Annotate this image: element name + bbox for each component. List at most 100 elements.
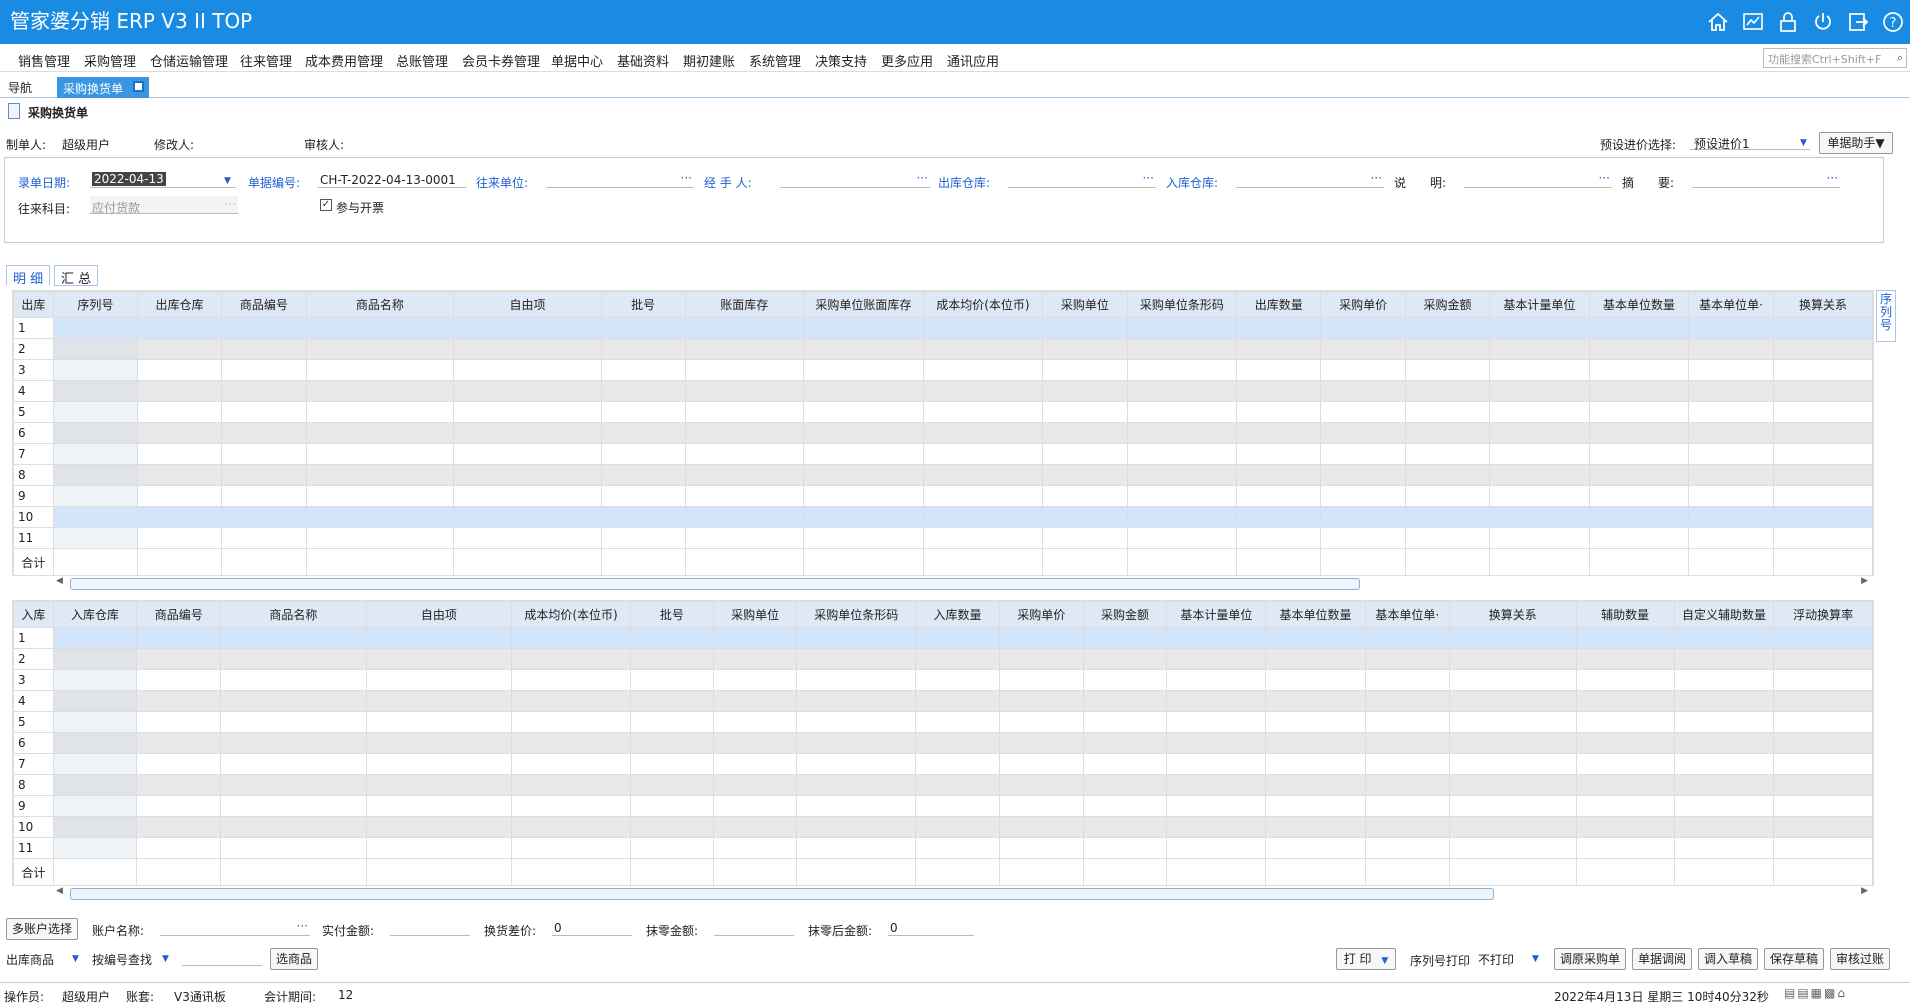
grid-cell[interactable] [1166,732,1267,754]
grid-cell[interactable] [1673,837,1775,859]
grid-cell[interactable] [510,732,632,754]
grid-cell[interactable] [1688,401,1774,423]
grid-cell[interactable] [510,816,632,838]
grid-cell[interactable] [998,627,1084,649]
grid-cell[interactable] [136,317,223,339]
column-header[interactable]: 基本计量单位 [1489,291,1590,318]
grid-cell[interactable] [1489,422,1590,444]
table-row[interactable]: 3 [13,669,1873,691]
menu-item[interactable]: 会员卡券管理 [462,51,540,70]
grid-cell[interactable] [510,669,632,691]
grid-cell[interactable] [1673,795,1775,817]
outbound-horizontal-scrollbar[interactable]: ◀ ▶ [12,576,1874,592]
column-header[interactable]: 出库数量 [1236,291,1322,318]
grid-cell[interactable] [453,422,602,444]
column-header[interactable]: 出库仓库 [136,291,223,318]
grid-cell[interactable] [365,711,512,733]
column-header[interactable]: 采购金额 [1082,601,1168,628]
grid-cell[interactable] [1082,711,1168,733]
save-draft-button[interactable]: 保存草稿 [1764,948,1824,970]
grid-cell[interactable] [136,443,223,465]
column-header[interactable]: 商品名称 [220,601,367,628]
grid-cell[interactable] [630,837,714,859]
grid-cell[interactable] [1448,648,1577,670]
grid-cell[interactable] [1126,380,1238,402]
grid-cell[interactable] [136,422,223,444]
grid-cell[interactable] [922,380,1044,402]
grid-cell[interactable] [915,837,1000,859]
grid-cell[interactable] [305,380,455,402]
grid-cell[interactable] [998,795,1084,817]
grid-cell[interactable] [1772,422,1873,444]
grid-cell[interactable] [221,338,307,360]
grid-cell[interactable] [1673,732,1775,754]
grid-cell[interactable] [136,627,222,649]
grid-cell[interactable] [510,627,632,649]
grid-cell[interactable] [712,795,798,817]
grid-cell[interactable] [1320,422,1406,444]
grid-cell[interactable] [1236,338,1322,360]
grid-cell[interactable] [52,317,138,339]
grid-cell[interactable] [1404,485,1491,507]
grid-cell[interactable] [1404,506,1491,528]
grid-cell[interactable] [712,690,798,712]
grid-cell[interactable] [1673,711,1775,733]
grid-cell[interactable] [1772,464,1873,486]
grid-cell[interactable] [1772,506,1873,528]
grid-cell[interactable] [1126,359,1238,381]
grid-cell[interactable] [684,506,805,528]
grid-cell[interactable] [1448,816,1577,838]
grid-cell[interactable] [1364,837,1450,859]
grid-cell[interactable] [453,443,602,465]
grid-cell[interactable] [1489,338,1590,360]
column-header[interactable]: 成本均价(本位币) [922,291,1044,318]
grid-cell[interactable] [803,485,924,507]
grid-cell[interactable] [221,506,307,528]
grid-cell[interactable] [453,317,602,339]
grid-cell[interactable] [998,837,1084,859]
grid-cell[interactable] [630,648,714,670]
grid-cell[interactable] [136,464,223,486]
grid-cell[interactable] [305,485,455,507]
column-header[interactable]: 换算关系 [1448,601,1577,628]
grid-cell[interactable] [803,359,924,381]
grid-cell[interactable] [1489,527,1590,549]
grid-cell[interactable] [1364,816,1450,838]
grid-cell[interactable] [1236,422,1322,444]
grid-cell[interactable] [453,359,602,381]
column-header[interactable]: 采购单位条形码 [1126,291,1238,318]
grid-cell[interactable] [1404,317,1491,339]
grid-cell[interactable] [1588,401,1690,423]
grid-cell[interactable] [1320,338,1406,360]
grid-cell[interactable] [1588,506,1690,528]
load-original-purchase-button[interactable]: 调原采购单 [1554,948,1626,970]
grid-cell[interactable] [305,422,455,444]
function-search-input[interactable]: 功能搜索Ctrl+Shift+F ⌕ [1763,48,1907,68]
column-header[interactable]: 辅助数量 [1575,601,1675,628]
grid-cell[interactable] [1320,317,1406,339]
grid-cell[interactable] [796,711,917,733]
grid-cell[interactable] [796,732,917,754]
grid-cell[interactable] [630,711,714,733]
grid-cell[interactable] [221,359,307,381]
grid-cell[interactable] [510,648,632,670]
column-header[interactable]: 基本单位数量 [1588,291,1690,318]
column-header[interactable]: 采购单位账面库存 [803,291,924,318]
grid-cell[interactable] [136,732,222,754]
grid-cell[interactable] [1236,317,1322,339]
grid-cell[interactable] [684,464,805,486]
grid-cell[interactable] [365,774,512,796]
grid-cell[interactable] [453,485,602,507]
grid-cell[interactable] [915,774,1000,796]
grid-cell[interactable] [600,359,686,381]
document-lookup-button[interactable]: 单据调阅 [1632,948,1692,970]
goods-search-input[interactable] [182,948,262,966]
grid-cell[interactable] [1773,669,1873,691]
column-header[interactable]: 浮动换算率 [1773,601,1873,628]
grid-cell[interactable] [1688,506,1774,528]
grid-cell[interactable] [712,732,798,754]
grid-cell[interactable] [1688,464,1774,486]
grid-cell[interactable] [52,753,138,775]
grid-cell[interactable] [1265,795,1366,817]
grid-cell[interactable] [1448,795,1577,817]
